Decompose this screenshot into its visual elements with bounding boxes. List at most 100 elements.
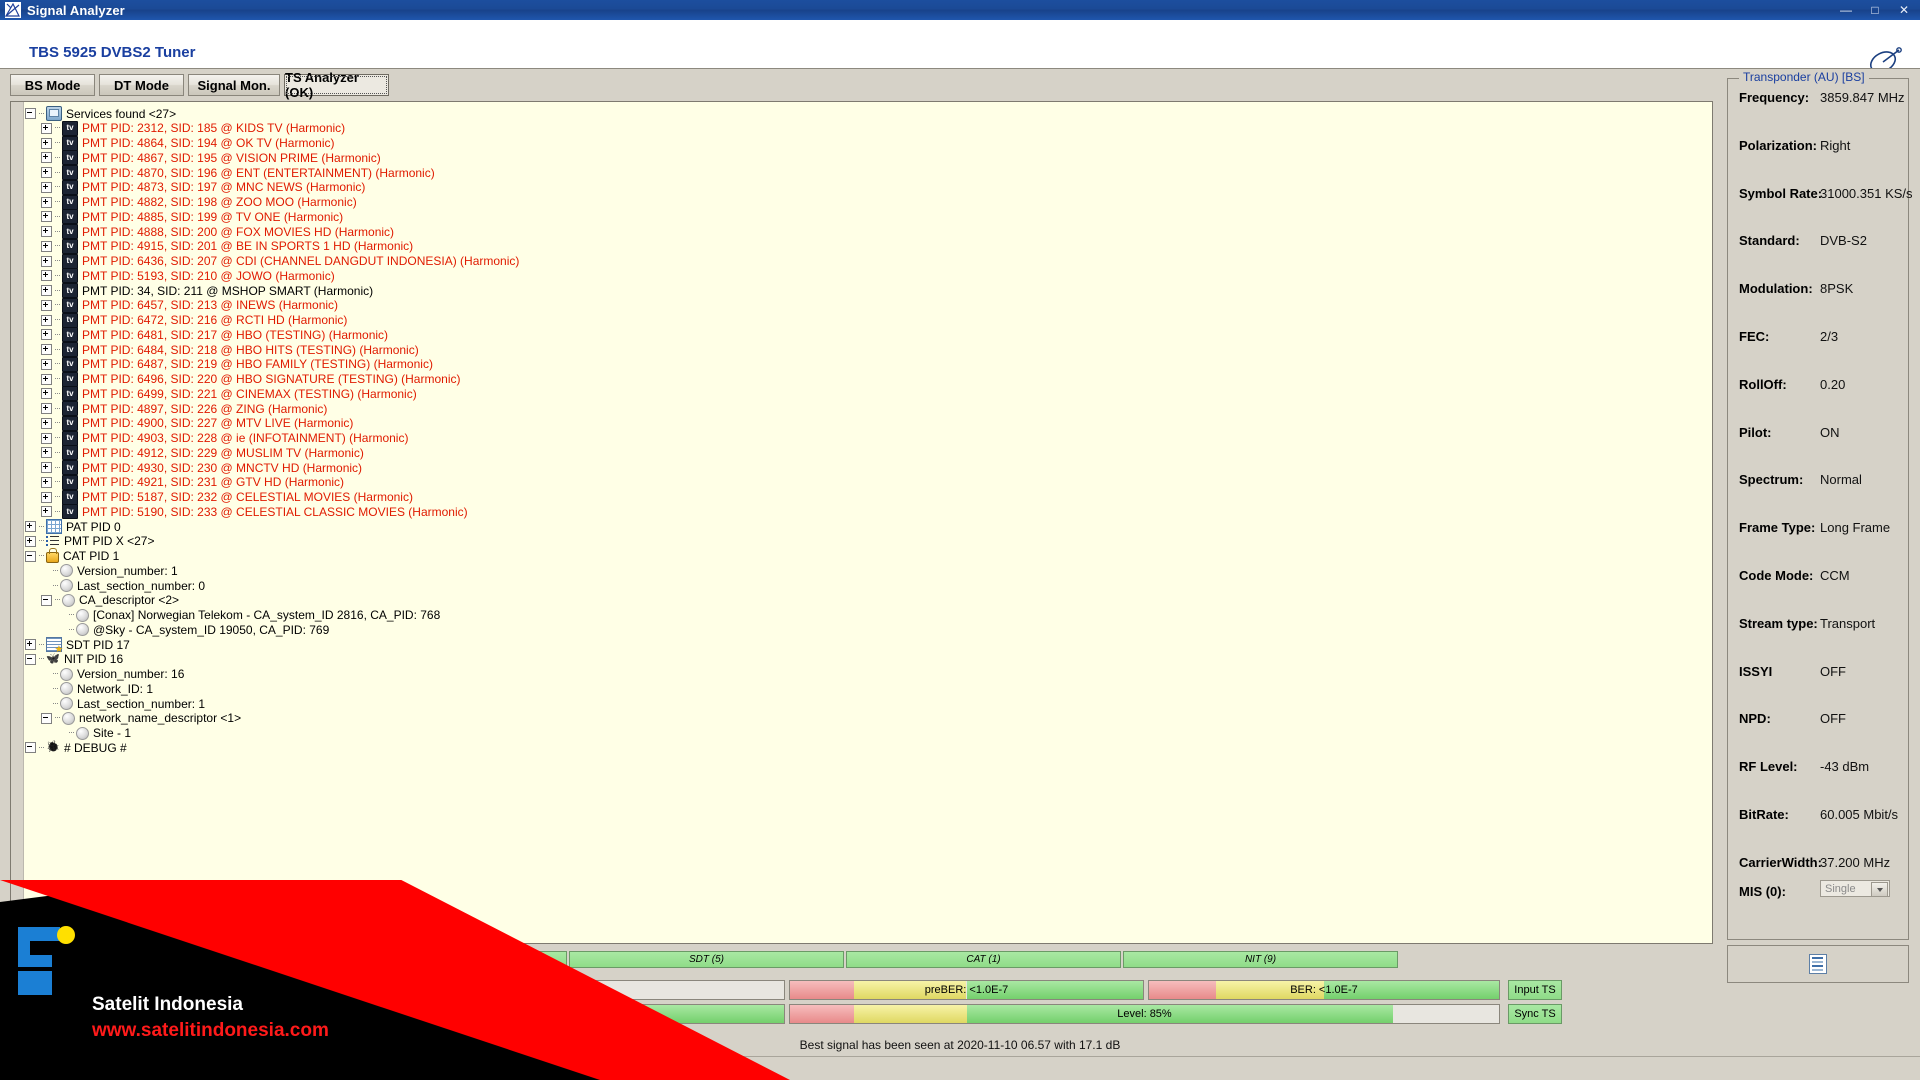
tree-node[interactable]: tv PMT PID: 2312, SID: 185 @ KIDS TV (Har…: [41, 120, 345, 136]
tree-node[interactable]: Services found <27>: [25, 106, 176, 121]
tree-node[interactable]: network_name_descriptor <1>: [41, 711, 241, 726]
tree-node[interactable]: tv PMT PID: 4864, SID: 194 @ OK TV (Harmo…: [41, 135, 335, 151]
expand-icon[interactable]: [25, 535, 36, 547]
tab-dt-mode[interactable]: DT Mode: [99, 74, 184, 96]
mis-select[interactable]: Single: [1820, 880, 1890, 897]
expand-icon[interactable]: [41, 122, 52, 134]
expand-icon[interactable]: [41, 240, 52, 252]
sync-ts-button[interactable]: Sync TS: [1508, 1004, 1562, 1024]
expand-icon[interactable]: [41, 462, 52, 473]
tree-node[interactable]: tv PMT PID: 6472, SID: 216 @ RCTI HD (Har…: [41, 312, 347, 328]
tv-icon: tv: [62, 179, 78, 195]
tree-node[interactable]: tv PMT PID: 6457, SID: 213 @ INEWS (Harmo…: [41, 297, 338, 313]
watermark-brand: Satelit Indonesia: [92, 994, 243, 1015]
expand-icon[interactable]: [41, 491, 52, 503]
expand-icon[interactable]: [41, 403, 52, 414]
expand-icon[interactable]: [25, 521, 36, 532]
expand-icon[interactable]: [41, 196, 52, 208]
expand-icon[interactable]: [41, 285, 52, 296]
input-ts-button[interactable]: Input TS: [1508, 980, 1562, 1000]
collapse-icon[interactable]: [25, 742, 36, 754]
tree-node[interactable]: PMT PID X <27>: [25, 534, 155, 549]
expand-icon[interactable]: [41, 211, 52, 223]
expand-icon[interactable]: [41, 476, 52, 488]
tree-node[interactable]: tv PMT PID: 4867, SID: 195 @ VISION PRIME…: [41, 150, 381, 166]
tree-node[interactable]: tv PMT PID: 5187, SID: 232 @ CELESTIAL MO…: [41, 489, 413, 505]
tree-node[interactable]: SDT PID 17: [25, 637, 130, 654]
tree-node[interactable]: @Sky - CA_system_ID 19050, CA_PID: 769: [57, 622, 329, 637]
tree-node[interactable]: tv PMT PID: 4873, SID: 197 @ MNC NEWS (Ha…: [41, 179, 365, 195]
tree-node[interactable]: Site - 1: [57, 726, 131, 741]
tree-node[interactable]: CA_descriptor <2>: [41, 593, 179, 608]
tree-node[interactable]: tv PMT PID: 5193, SID: 210 @ JOWO (Harmon…: [41, 268, 335, 284]
expand-icon[interactable]: [41, 388, 52, 400]
expand-icon[interactable]: [41, 181, 52, 193]
tab-signal-mon[interactable]: Signal Mon.: [188, 74, 280, 96]
segment-sdt[interactable]: SDT (5): [569, 951, 844, 968]
tree-node[interactable]: tv PMT PID: 4930, SID: 230 @ MNCTV HD (Ha…: [41, 460, 362, 475]
tree-node[interactable]: CAT PID 1: [25, 548, 119, 564]
expand-icon[interactable]: [41, 299, 52, 311]
expand-icon[interactable]: [41, 358, 52, 370]
tree-node[interactable]: tv PMT PID: 34, SID: 211 @ MSHOP SMART (H…: [41, 283, 373, 298]
expand-icon[interactable]: [41, 417, 52, 429]
expand-icon[interactable]: [41, 344, 52, 355]
tree-node[interactable]: tv PMT PID: 6484, SID: 218 @ HBO HITS (TE…: [41, 342, 419, 357]
expand-icon[interactable]: [41, 270, 52, 282]
tree-node[interactable]: tv PMT PID: 4921, SID: 231 @ GTV HD (Harm…: [41, 474, 344, 490]
tree-node[interactable]: Last_section_number: 0: [41, 578, 205, 593]
expand-icon[interactable]: [41, 432, 52, 444]
tree-node[interactable]: Network_ID: 1: [41, 681, 153, 696]
chevron-down-icon[interactable]: [1871, 882, 1888, 897]
expand-icon[interactable]: [41, 373, 52, 385]
tree-node[interactable]: Version_number: 16: [41, 667, 184, 682]
tree-node[interactable]: tv PMT PID: 4915, SID: 201 @ BE IN SPORTS…: [41, 238, 413, 254]
tree-node[interactable]: tv PMT PID: 6481, SID: 217 @ HBO (TESTING…: [41, 327, 388, 343]
tree-node[interactable]: tv PMT PID: 4885, SID: 199 @ TV ONE (Harm…: [41, 209, 343, 225]
tree-node[interactable]: PAT PID 0: [25, 519, 121, 534]
tree-node[interactable]: tv PMT PID: 5190, SID: 233 @ CELESTIAL CL…: [41, 504, 468, 520]
tree-node[interactable]: tv PMT PID: 4912, SID: 229 @ MUSLIM TV (H…: [41, 445, 364, 461]
expand-icon[interactable]: [41, 314, 52, 326]
expand-icon[interactable]: [41, 329, 52, 341]
collapse-icon[interactable]: [25, 108, 36, 119]
expand-icon[interactable]: [41, 226, 52, 237]
tree-node[interactable]: tv PMT PID: 4903, SID: 228 @ ie (INFOTAIN…: [41, 430, 408, 446]
expand-icon[interactable]: [41, 137, 52, 149]
tree-node[interactable]: tv PMT PID: 4870, SID: 196 @ ENT (ENTERTA…: [41, 165, 435, 180]
expand-icon[interactable]: [41, 447, 52, 459]
tab-bs-mode[interactable]: BS Mode: [10, 74, 95, 96]
expand-icon[interactable]: [41, 152, 52, 164]
tree-node[interactable]: # DEBUG #: [25, 740, 127, 755]
collapse-icon[interactable]: [25, 550, 36, 562]
tab-ts-analyzer[interactable]: TS Analyzer (OK): [284, 70, 389, 100]
tree-node[interactable]: Version_number: 1: [41, 563, 178, 578]
tree-node[interactable]: tv PMT PID: 6487, SID: 219 @ HBO FAMILY (…: [41, 356, 433, 372]
minimize-button[interactable]: —: [1832, 1, 1860, 18]
tree-node[interactable]: NIT PID 16: [25, 652, 123, 667]
segment-cat[interactable]: CAT (1): [846, 951, 1121, 968]
expand-icon[interactable]: [41, 167, 52, 178]
tree-node[interactable]: tv PMT PID: 4882, SID: 198 @ ZOO MOO (Har…: [41, 194, 357, 210]
tree-connector: [39, 746, 44, 749]
tree-node[interactable]: Last_section_number: 1: [41, 696, 205, 711]
tree-node[interactable]: [Conax] Norwegian Telekom - CA_system_ID…: [57, 608, 440, 623]
segment-nit[interactable]: NIT (9): [1123, 951, 1398, 968]
ts-tree[interactable]: Services found <27> tv PMT PID: 2312, SID:…: [25, 106, 1712, 943]
maximize-button[interactable]: □: [1861, 1, 1889, 18]
close-button[interactable]: ✕: [1890, 1, 1918, 18]
tree-node[interactable]: tv PMT PID: 4900, SID: 227 @ MTV LIVE (Ha…: [41, 415, 353, 431]
tree-node[interactable]: tv PMT PID: 4888, SID: 200 @ FOX MOVIES H…: [41, 224, 394, 239]
ts-tree-panel[interactable]: Services found <27> tv PMT PID: 2312, SID:…: [10, 101, 1713, 944]
collapse-icon[interactable]: [25, 653, 36, 665]
transponder-bottom-button[interactable]: [1727, 945, 1909, 983]
expand-icon[interactable]: [25, 639, 36, 650]
collapse-icon[interactable]: [41, 712, 52, 724]
tree-node[interactable]: tv PMT PID: 6496, SID: 220 @ HBO SIGNATUR…: [41, 371, 460, 387]
tree-node[interactable]: tv PMT PID: 4897, SID: 226 @ ZING (Harmon…: [41, 401, 327, 416]
expand-icon[interactable]: [41, 255, 52, 267]
tree-node[interactable]: tv PMT PID: 6436, SID: 207 @ CDI (CHANNEL…: [41, 253, 519, 269]
collapse-icon[interactable]: [41, 594, 52, 606]
expand-icon[interactable]: [41, 506, 52, 518]
tree-node[interactable]: tv PMT PID: 6499, SID: 221 @ CINEMAX (TES…: [41, 386, 417, 402]
